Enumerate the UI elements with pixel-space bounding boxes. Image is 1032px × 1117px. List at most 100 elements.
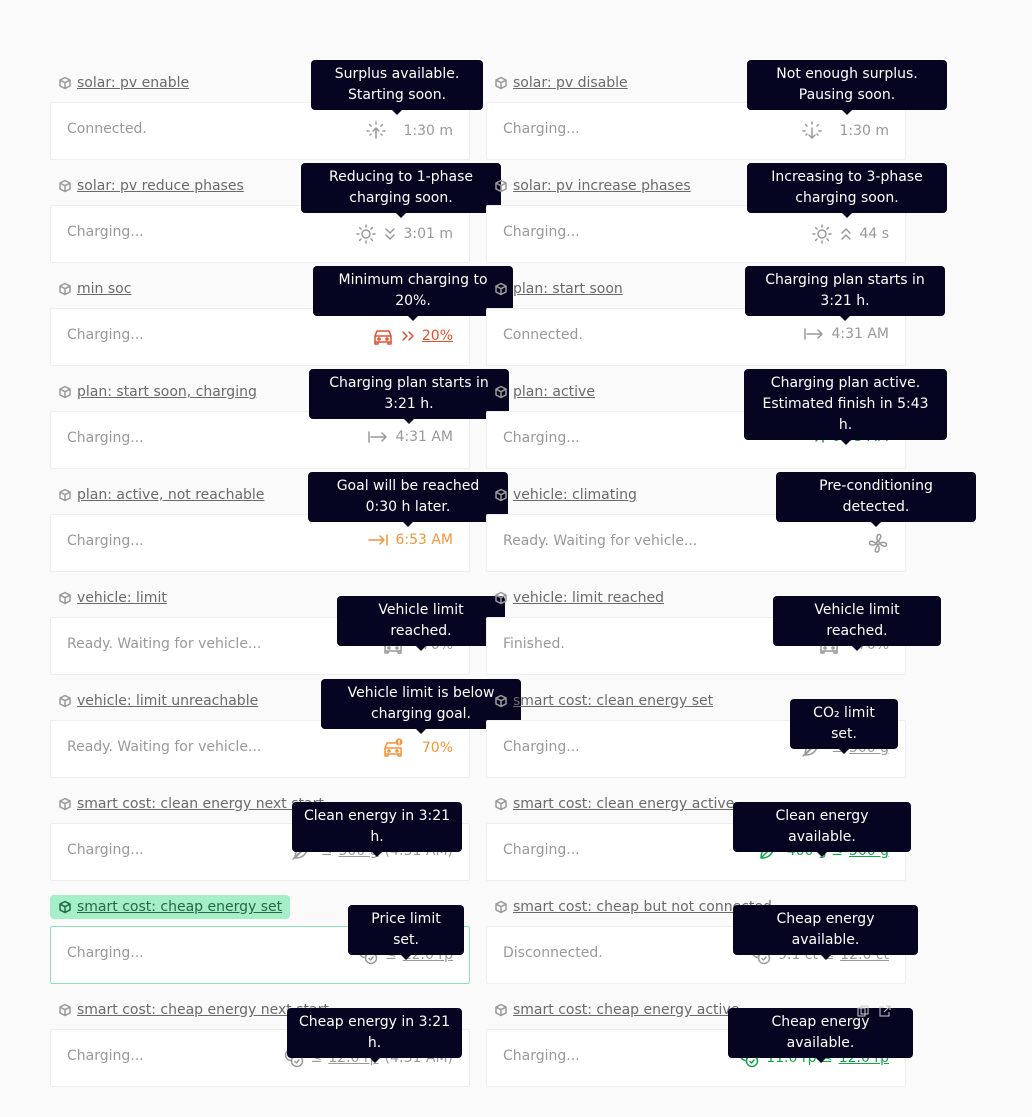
story-title-link[interactable]: solar: pv disable bbox=[486, 71, 636, 95]
cube-icon bbox=[494, 1003, 508, 1017]
status-text: Charging... bbox=[503, 430, 580, 446]
status-text: Charging... bbox=[67, 533, 144, 549]
tooltip-line: Pre-conditioning bbox=[819, 478, 933, 494]
tooltip-line: charging goal. bbox=[370, 706, 472, 722]
cube-icon bbox=[494, 797, 508, 811]
story-title-link[interactable]: smart cost: clean energy next start bbox=[50, 792, 332, 816]
charging-status-card: Charging... 3:01 m bbox=[50, 205, 470, 263]
status-text: Ready. Waiting for vehicle... bbox=[67, 636, 262, 652]
story-title-link[interactable]: smart cost: cheap energy active bbox=[486, 998, 747, 1022]
status-text: Disconnected. bbox=[503, 945, 603, 961]
charging-status-card: Ready. Waiting for vehicle... bbox=[486, 514, 906, 572]
story-title: smart cost: clean energy set bbox=[513, 693, 714, 709]
status-indicator[interactable] bbox=[867, 532, 889, 554]
tooltip-line: detected. bbox=[842, 499, 910, 515]
tooltip-line: Price limit set. bbox=[371, 911, 441, 948]
cube-icon bbox=[58, 76, 72, 90]
status-indicator[interactable]: 1:30 m bbox=[801, 120, 889, 142]
tooltip-line: Vehicle limit is below bbox=[347, 685, 495, 701]
tooltip-line: Clean energy in 3:21 h. bbox=[303, 808, 451, 845]
tooltip: Cheap energy in 3:21 h. bbox=[287, 1008, 462, 1063]
tooltip-line: Starting soon. bbox=[347, 87, 447, 103]
value-text: 20% bbox=[421, 328, 453, 344]
cube-icon bbox=[58, 591, 72, 605]
story-title-link[interactable]: smart cost: cheap energy set bbox=[50, 895, 291, 919]
tooltip: Charging plan active. Estimated finish in… bbox=[744, 369, 947, 445]
status-text: Charging... bbox=[503, 224, 580, 240]
value-text: 6:53 AM bbox=[395, 532, 453, 548]
tooltip-line: Charging plan starts in bbox=[765, 272, 925, 288]
sun-icon bbox=[811, 223, 833, 245]
story-title: min soc bbox=[77, 281, 132, 297]
tooltip-line: Estimated finish in 5:43 h. bbox=[762, 396, 929, 433]
status-indicator[interactable]: 6:53 AM bbox=[367, 532, 453, 548]
status-text: Charging... bbox=[503, 121, 580, 137]
car-icon bbox=[372, 326, 394, 346]
story-title-link[interactable]: vehicle: limit reached bbox=[486, 586, 672, 610]
cube-icon bbox=[494, 591, 508, 605]
status-indicator[interactable]: 3:01 m bbox=[355, 223, 453, 245]
value-text: 1:30 m bbox=[403, 123, 453, 139]
tooltip-line: 3:21 h. bbox=[384, 396, 434, 412]
story-title-link[interactable]: smart cost: clean energy active bbox=[486, 792, 742, 816]
sun-arrow-up-icon bbox=[365, 120, 387, 142]
cube-icon bbox=[494, 385, 508, 399]
status-text: Charging... bbox=[67, 430, 144, 446]
story-title-link[interactable]: vehicle: climating bbox=[486, 483, 645, 507]
status-text: Charging... bbox=[67, 224, 144, 240]
tooltip: Surplus available. Starting soon. bbox=[311, 60, 483, 115]
story-title: solar: pv increase phases bbox=[513, 178, 691, 194]
addon-toolbar bbox=[857, 1002, 891, 1021]
status-text: Charging... bbox=[503, 842, 580, 858]
status-text: Charging... bbox=[67, 327, 144, 343]
tooltip-line: 20%. bbox=[395, 293, 431, 309]
tooltip-line: Charging plan active. bbox=[770, 375, 921, 391]
cube-icon bbox=[494, 179, 508, 193]
charging-status-card: Connected. 1:30 m bbox=[50, 102, 470, 160]
tooltip: Reducing to 1-phase charging soon. bbox=[301, 163, 501, 218]
story-title: vehicle: limit reached bbox=[513, 590, 664, 606]
tooltip-line: 3:21 h. bbox=[820, 293, 870, 309]
story-title-link[interactable]: plan: start soon, charging bbox=[50, 380, 265, 404]
story-title: smart cost: cheap energy set bbox=[77, 899, 283, 915]
status-indicator[interactable]: 44 s bbox=[811, 223, 889, 245]
story-title: solar: pv reduce phases bbox=[77, 178, 244, 194]
story-title-link[interactable]: plan: active bbox=[486, 380, 603, 404]
status-text: Charging... bbox=[503, 739, 580, 755]
story-title-link[interactable]: solar: pv reduce phases bbox=[50, 174, 252, 198]
external-link-icon[interactable] bbox=[879, 1002, 891, 1021]
tooltip: Clean energy available. bbox=[733, 802, 911, 857]
cube-icon bbox=[58, 488, 72, 502]
status-indicator[interactable]: 1:30 m bbox=[365, 120, 453, 142]
story-title-link[interactable]: solar: pv enable bbox=[50, 71, 197, 95]
story-title-link[interactable]: plan: active, not reachable bbox=[50, 483, 272, 507]
cube-icon bbox=[494, 282, 508, 296]
status-indicator[interactable]: 70% bbox=[382, 738, 453, 758]
status-text: Charging... bbox=[67, 842, 144, 858]
story-title-link[interactable]: plan: start soon bbox=[486, 277, 631, 301]
story-title-link[interactable]: vehicle: limit bbox=[50, 586, 175, 610]
tooltip: Vehicle limit reached. bbox=[773, 596, 941, 651]
story-title: vehicle: climating bbox=[513, 487, 637, 503]
tooltip-line: Pausing soon. bbox=[798, 87, 896, 103]
status-indicator[interactable]: 20% bbox=[372, 326, 453, 346]
status-indicator[interactable]: 4:31 AM bbox=[803, 326, 889, 342]
charging-status-card: Charging... 20% bbox=[50, 308, 470, 366]
tooltip-line: Vehicle limit reached. bbox=[378, 602, 464, 639]
tooltip-line: Increasing to 3-phase bbox=[771, 169, 923, 185]
value-text: 44 s bbox=[859, 226, 889, 242]
tooltip-line: charging soon. bbox=[795, 190, 899, 206]
story-title-link[interactable]: min soc bbox=[50, 277, 139, 301]
story-title-link[interactable]: vehicle: limit unreachable bbox=[50, 689, 266, 713]
status-indicator[interactable]: 4:31 AM bbox=[367, 429, 453, 445]
copy-icon[interactable] bbox=[857, 1002, 869, 1021]
arrow-to-icon bbox=[367, 430, 389, 444]
arrow-to-icon bbox=[803, 327, 825, 341]
car-warning-icon bbox=[382, 738, 404, 758]
tooltip: Pre-conditioning detected. bbox=[776, 472, 976, 527]
story-title: solar: pv disable bbox=[513, 75, 628, 91]
story-title: vehicle: limit unreachable bbox=[77, 693, 259, 709]
tooltip-line: Goal will be reached bbox=[336, 478, 480, 494]
story-title-link[interactable]: smart cost: clean energy set bbox=[486, 689, 721, 713]
story-title-link[interactable]: solar: pv increase phases bbox=[486, 174, 699, 198]
